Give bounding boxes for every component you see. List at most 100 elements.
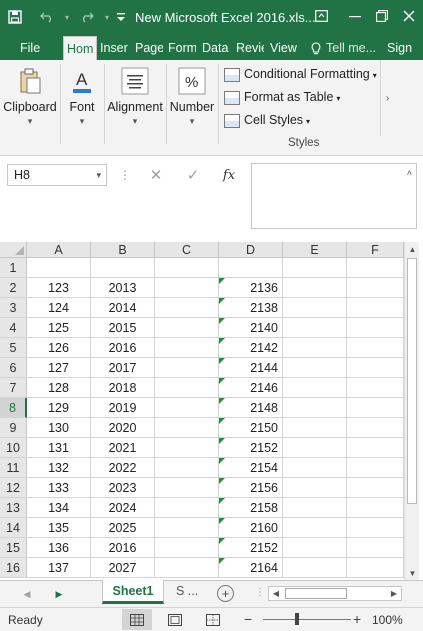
cell-b3[interactable]: 2014 [91, 298, 155, 318]
zoom-in-button[interactable]: + [353, 611, 361, 627]
formula-input[interactable]: ˄ [251, 163, 417, 229]
cell-b16[interactable]: 2027 [91, 558, 155, 578]
cell-c7[interactable] [155, 378, 219, 398]
cell-a4[interactable]: 125 [27, 318, 91, 338]
cell-b9[interactable]: 2020 [91, 418, 155, 438]
cell-c5[interactable] [155, 338, 219, 358]
cell-a16[interactable]: 137 [27, 558, 91, 578]
cell-d9[interactable]: 2150 [219, 418, 283, 438]
cell-f10[interactable] [347, 438, 404, 458]
ribbon-scroll-right-icon[interactable]: › [380, 60, 394, 136]
cell-e1[interactable] [283, 258, 347, 278]
cell-e14[interactable] [283, 518, 347, 538]
confirm-entry-icon[interactable]: ✓ [181, 165, 205, 185]
select-all-corner[interactable] [0, 242, 27, 258]
cell-b6[interactable]: 2017 [91, 358, 155, 378]
cell-e16[interactable] [283, 558, 347, 578]
sheet-tab-sheet1[interactable]: Sheet1 [102, 580, 164, 604]
undo-dropdown-icon[interactable]: ▾ [56, 6, 78, 28]
tab-file[interactable]: File [20, 36, 46, 60]
cell-c4[interactable] [155, 318, 219, 338]
cell-c12[interactable] [155, 478, 219, 498]
horizontal-scrollbar[interactable]: ◀ ▶ [268, 586, 402, 601]
cell-c3[interactable] [155, 298, 219, 318]
row-header[interactable]: 10 [0, 438, 27, 458]
chevron-down-icon[interactable]: ▾ [96, 165, 101, 185]
cell-a11[interactable]: 132 [27, 458, 91, 478]
chevron-up-icon[interactable]: ˄ [407, 168, 412, 178]
cell-a14[interactable]: 135 [27, 518, 91, 538]
cell-a2[interactable]: 123 [27, 278, 91, 298]
cell-d13[interactable]: 2158 [219, 498, 283, 518]
number-group[interactable]: % Number ▾ [168, 60, 216, 132]
page-layout-view-icon[interactable] [160, 609, 190, 630]
cell-e8[interactable] [283, 398, 347, 418]
cell-f12[interactable] [347, 478, 404, 498]
row-header[interactable]: 5 [0, 338, 27, 358]
cell-b1[interactable] [91, 258, 155, 278]
cell-c11[interactable] [155, 458, 219, 478]
cell-f3[interactable] [347, 298, 404, 318]
name-box[interactable]: H8 ▾ [7, 164, 107, 186]
prev-sheet-icon[interactable]: ◀ [20, 587, 34, 601]
cell-e12[interactable] [283, 478, 347, 498]
cell-f2[interactable] [347, 278, 404, 298]
cell-d1[interactable] [219, 258, 283, 278]
cell-b12[interactable]: 2023 [91, 478, 155, 498]
cell-e15[interactable] [283, 538, 347, 558]
cell-e4[interactable] [283, 318, 347, 338]
cell-d15[interactable]: 2152 [219, 538, 283, 558]
save-icon[interactable] [4, 6, 26, 28]
cell-f5[interactable] [347, 338, 404, 358]
cell-a10[interactable]: 131 [27, 438, 91, 458]
row-header[interactable]: 12 [0, 478, 27, 498]
row-header[interactable]: 4 [0, 318, 27, 338]
tab-formulas[interactable]: Form [168, 36, 196, 60]
cell-c6[interactable] [155, 358, 219, 378]
font-group[interactable]: A Font ▾ [62, 60, 102, 132]
zoom-slider-thumb[interactable] [295, 613, 299, 625]
tab-data[interactable]: Data [202, 36, 230, 60]
cell-e3[interactable] [283, 298, 347, 318]
cell-b5[interactable]: 2016 [91, 338, 155, 358]
cell-b10[interactable]: 2021 [91, 438, 155, 458]
next-sheet-icon[interactable]: ▶ [52, 587, 66, 601]
cell-d3[interactable]: 2138 [219, 298, 283, 318]
cell-f15[interactable] [347, 538, 404, 558]
cell-e13[interactable] [283, 498, 347, 518]
cell-d6[interactable]: 2144 [219, 358, 283, 378]
row-header[interactable]: 15 [0, 538, 27, 558]
cell-d5[interactable]: 2142 [219, 338, 283, 358]
cell-f7[interactable] [347, 378, 404, 398]
cell-e11[interactable] [283, 458, 347, 478]
conditional-formatting-button[interactable]: Conditional Formatting ▾ [224, 64, 377, 84]
scroll-up-icon[interactable]: ▲ [405, 242, 420, 256]
row-header[interactable]: 9 [0, 418, 27, 438]
cell-c1[interactable] [155, 258, 219, 278]
column-header-d[interactable]: D [219, 242, 283, 258]
insert-function-icon[interactable]: fx [217, 165, 241, 185]
scroll-right-icon[interactable]: ▶ [387, 587, 401, 600]
column-header-b[interactable]: B [91, 242, 155, 258]
worksheet-grid[interactable]: A B C D E F 1 2 123 2013 2136 3 124 2014 2138 4 125 2015 2… [0, 242, 423, 580]
horizontal-scroll-thumb[interactable] [285, 588, 347, 599]
cell-d10[interactable]: 2152 [219, 438, 283, 458]
cell-f4[interactable] [347, 318, 404, 338]
cell-e10[interactable] [283, 438, 347, 458]
cell-b13[interactable]: 2024 [91, 498, 155, 518]
cell-d7[interactable]: 2146 [219, 378, 283, 398]
row-header[interactable]: 13 [0, 498, 27, 518]
cell-a8[interactable]: 129 [27, 398, 91, 418]
cell-a9[interactable]: 130 [27, 418, 91, 438]
cell-a6[interactable]: 127 [27, 358, 91, 378]
cell-e2[interactable] [283, 278, 347, 298]
cell-d14[interactable]: 2160 [219, 518, 283, 538]
cell-a3[interactable]: 124 [27, 298, 91, 318]
cell-e6[interactable] [283, 358, 347, 378]
format-as-table-button[interactable]: Format as Table ▾ [224, 87, 340, 107]
cell-f9[interactable] [347, 418, 404, 438]
cell-c16[interactable] [155, 558, 219, 578]
sheet-tab-more[interactable]: S ... [176, 580, 208, 604]
cell-c14[interactable] [155, 518, 219, 538]
restore-icon[interactable] [369, 4, 395, 28]
